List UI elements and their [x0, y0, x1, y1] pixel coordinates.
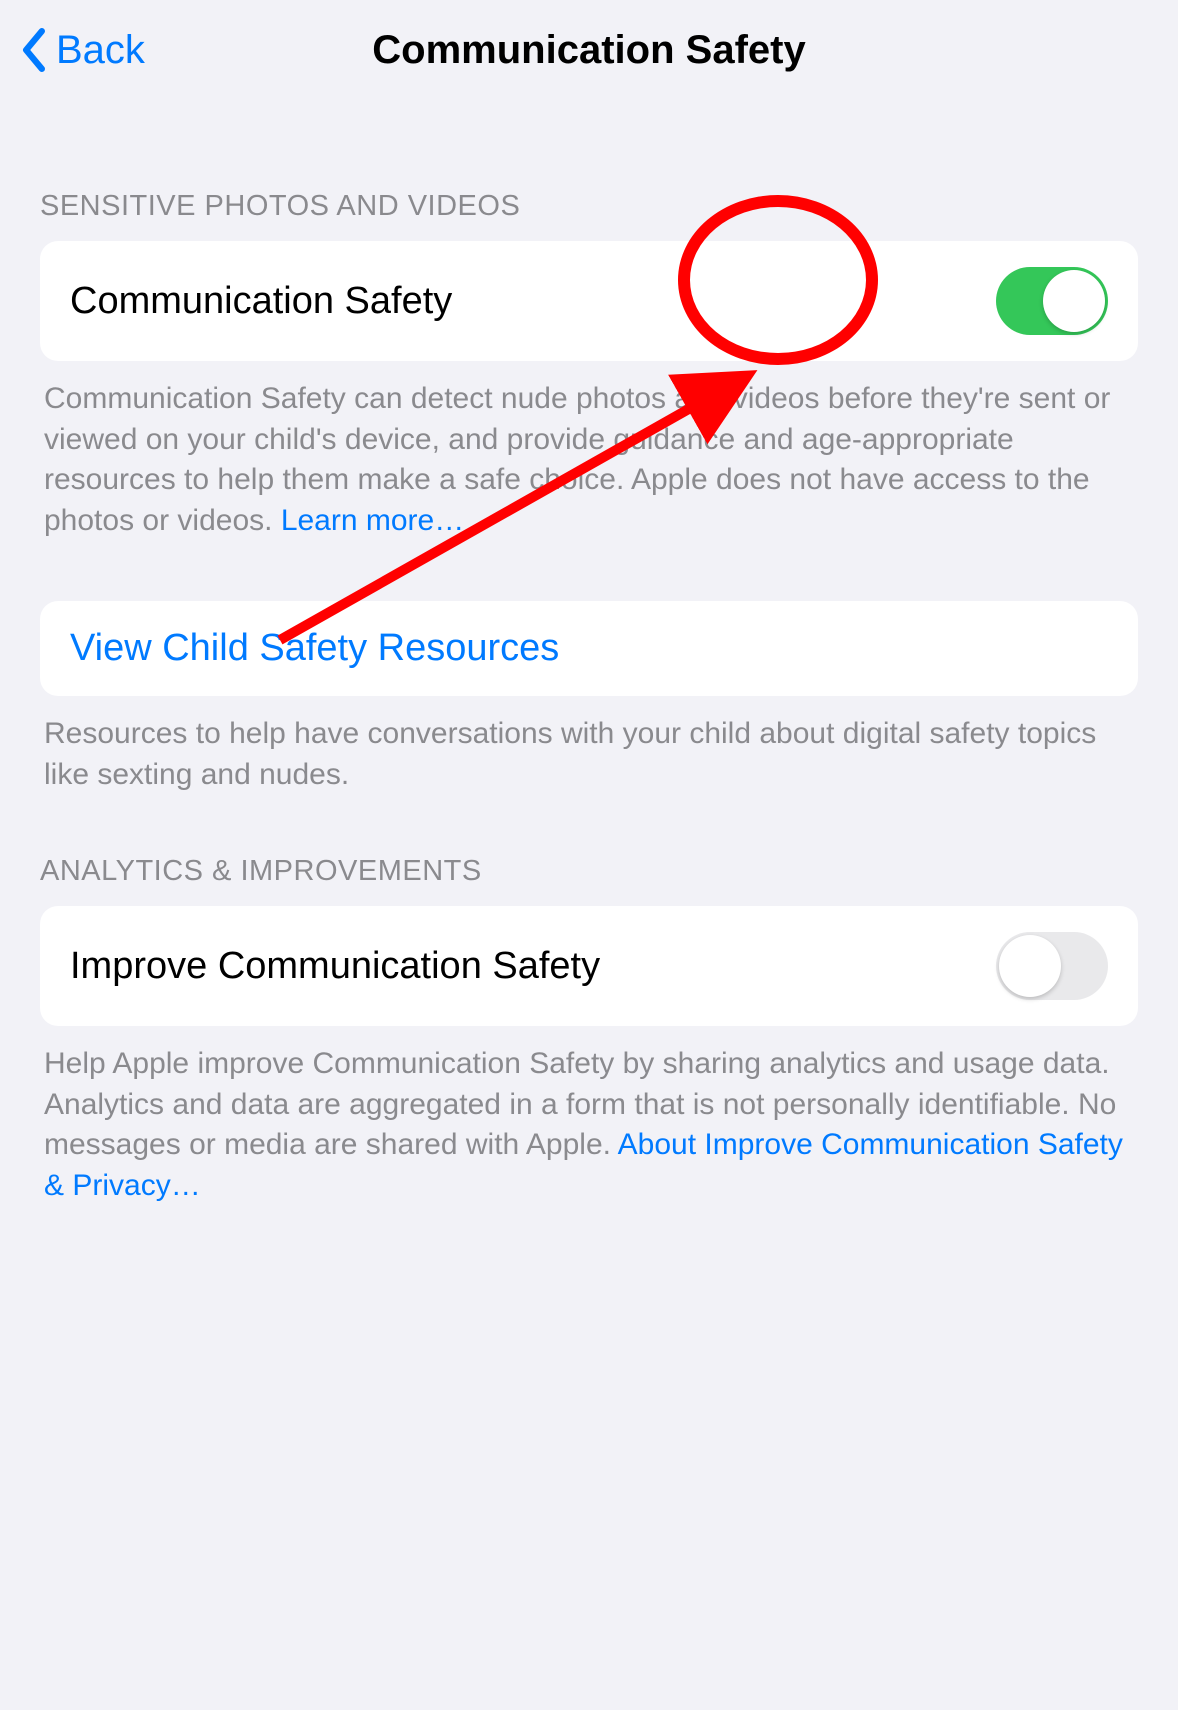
toggle-knob	[1043, 270, 1105, 332]
footer-text-content: Communication Safety can detect nude pho…	[44, 382, 1110, 537]
section-header-sensitive: SENSITIVE PHOTOS AND VIDEOS	[40, 100, 1138, 241]
improve-communication-safety-row: Improve Communication Safety	[40, 906, 1138, 1026]
communication-safety-row: Communication Safety	[40, 241, 1138, 361]
analytics-footer: Help Apple improve Communication Safety …	[40, 1026, 1138, 1206]
toggle-knob	[999, 935, 1061, 997]
back-button[interactable]: Back	[20, 28, 145, 73]
communication-safety-footer: Communication Safety can detect nude pho…	[40, 361, 1138, 541]
communication-safety-label: Communication Safety	[70, 280, 452, 323]
back-label: Back	[56, 28, 145, 73]
chevron-left-icon	[20, 28, 48, 72]
communication-safety-toggle[interactable]	[996, 267, 1108, 335]
section-header-analytics: ANALYTICS & IMPROVEMENTS	[40, 795, 1138, 906]
page-title: Communication Safety	[372, 28, 805, 73]
view-resources-row[interactable]: View Child Safety Resources	[40, 601, 1138, 696]
learn-more-link[interactable]: Learn more…	[281, 504, 464, 537]
improve-communication-safety-label: Improve Communication Safety	[70, 945, 600, 988]
resources-footer: Resources to help have conversations wit…	[40, 696, 1138, 795]
view-resources-label: View Child Safety Resources	[70, 627, 559, 670]
improve-communication-safety-toggle[interactable]	[996, 932, 1108, 1000]
navigation-bar: Back Communication Safety	[0, 0, 1178, 100]
